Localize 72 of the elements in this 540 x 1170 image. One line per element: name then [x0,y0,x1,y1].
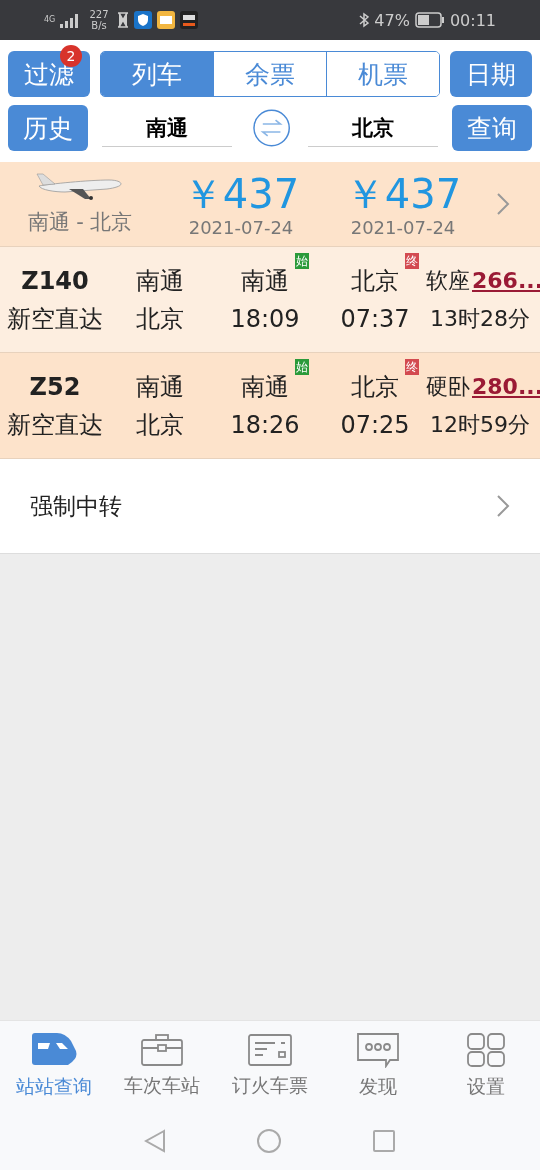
chevron-right-icon [496,494,510,518]
tab-label: 发现 [359,1074,397,1099]
tab[interactable]: 列车 [101,52,213,96]
bottom-tab[interactable]: 设置 [432,1021,540,1111]
travel-duration: 12时59分 [430,410,530,439]
bottom-tab[interactable]: 发现 [324,1021,432,1111]
transfer-label: 强制中转 [30,491,122,521]
arrival-city: 北京 [136,409,184,441]
train-type: 新空直达 [7,303,103,335]
end-tag: 终 [405,252,419,269]
train-number: Z52 [29,372,81,401]
briefcase-icon [140,1033,184,1067]
bluetooth-icon [359,12,370,28]
tab-label: 站站查询 [16,1074,92,1099]
departure-time: 18:09 [230,304,300,333]
grid-icon [466,1032,506,1068]
tab-label: 设置 [467,1074,505,1099]
shield-app-icon [134,11,152,29]
arrival-time: 07:37 [340,304,410,333]
tab-label: 车次车站 [124,1073,200,1098]
battery-icon [414,12,445,28]
swap-icon[interactable] [252,108,292,148]
recents-icon[interactable] [372,1128,396,1153]
train-row[interactable]: Z52 南通 南通 始 北京 终 硬卧280... 新空直达 北京 18:26 07:25 12时59分 [0,353,540,459]
departure-city: 南通 [136,371,184,403]
fare-date: 2021-07-24 [188,216,294,238]
price-link[interactable]: 280... [472,373,540,399]
ticket-icon [247,1033,293,1067]
chat-bubble-icon [356,1032,400,1068]
fare-date: 2021-07-24 [350,216,456,238]
bottom-tab[interactable]: 订火车票 [216,1021,324,1111]
seat-type: 硬卧 [426,373,470,399]
fare-price: ￥437 [344,170,462,217]
app-icon [157,11,175,29]
end-tag: 终 [405,358,419,375]
battery-percent: 47% [374,10,410,30]
fare-price: ￥437 [182,170,300,217]
train-type: 新空直达 [7,409,103,441]
bottom-tab[interactable]: 站站查询 [0,1021,108,1111]
seat-type: 软座 [426,267,470,293]
arrival-city: 北京 [136,303,184,335]
search-button[interactable]: 查询 [451,105,532,151]
chevron-right-icon [496,192,510,216]
home-icon[interactable] [256,1127,282,1154]
route-text: 南通 - 北京 [27,209,133,236]
departure-city: 南通 [136,265,184,297]
history-button[interactable]: 历史 [8,105,89,151]
arrival-time: 07:25 [340,410,410,439]
departure-time: 18:26 [230,410,300,439]
arrival-station: 北京 [351,372,399,401]
dark-app-icon [180,11,198,29]
back-icon[interactable] [144,1128,166,1153]
arrival-station: 北京 [351,266,399,295]
start-tag: 始 [295,358,309,375]
network-speed: 227 B/s [88,9,110,31]
departure-station: 南通 [241,372,289,401]
date-button[interactable]: 日期 [450,51,532,97]
tab-label: 订火车票 [232,1073,308,1098]
network-type: 4G [44,16,54,24]
clock: 00:11 [449,10,496,30]
tab[interactable]: 机票 [326,52,439,96]
travel-duration: 13时28分 [430,304,530,333]
signal-icon [59,12,81,28]
train-number: Z140 [21,266,89,295]
flight-banner[interactable]: 南通 - 北京 ￥437 2021-07-24 ￥437 2021-07-24 [0,162,540,247]
price-link[interactable]: 266... [472,267,540,293]
train-row[interactable]: Z140 南通 南通 始 北京 终 软座266... 新空直达 北京 18:09 07:37 13时28分 [0,247,540,353]
bottom-tab[interactable]: 车次车站 [108,1021,216,1111]
start-tag: 始 [295,252,309,269]
train-icon [30,1032,78,1068]
departure-station: 南通 [241,266,289,295]
hourglass-icon [117,12,129,28]
